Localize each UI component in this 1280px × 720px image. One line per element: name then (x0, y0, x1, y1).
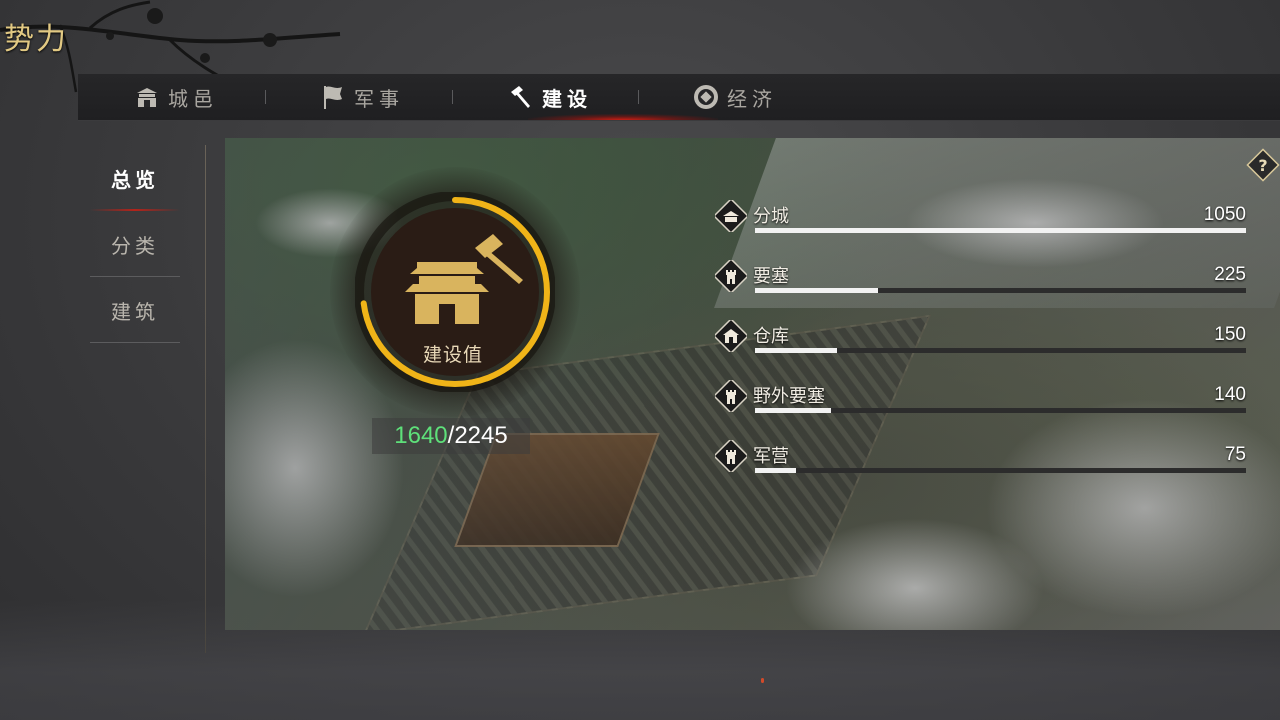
stat-field-fortress: 野外要塞 140 (715, 380, 1246, 420)
stat-bar (755, 468, 1246, 473)
stat-bar-fill (755, 468, 796, 473)
stat-bar (755, 228, 1246, 233)
tab-label: 城邑 (168, 86, 218, 111)
construction-separator: / (447, 422, 455, 449)
tab-separator (265, 90, 266, 104)
stat-bar-fill (755, 288, 878, 293)
stat-value: 150 (1214, 324, 1246, 345)
tab-separator (452, 90, 453, 104)
coin-icon (693, 84, 719, 110)
side-nav: 总览 分类 建筑 (90, 145, 180, 343)
stat-name: 要塞 (753, 266, 789, 287)
side-item-label: 分类 (111, 233, 159, 258)
hammer-icon (508, 84, 534, 110)
stat-value: 1050 (1203, 204, 1246, 225)
construction-max: 2245 (454, 422, 508, 449)
tab-military[interactable]: 军事 (320, 74, 404, 120)
stat-name: 仓库 (753, 326, 789, 347)
sub-city-icon (715, 200, 747, 232)
side-item-category[interactable]: 分类 (90, 211, 180, 277)
tower-icon (715, 260, 747, 292)
stat-value: 75 (1224, 444, 1246, 465)
side-item-label: 建筑 (111, 299, 159, 324)
stat-bar (755, 408, 1246, 413)
stat-warehouse: 仓库 150 (715, 320, 1246, 360)
top-tab-bar: 城邑 军事 建设 经济 (78, 74, 1280, 121)
side-item-underline (90, 342, 180, 343)
stat-bar (755, 348, 1246, 353)
stat-bar (755, 288, 1246, 293)
flag-icon (320, 84, 346, 110)
construction-value: 1640/2245 (372, 418, 530, 454)
active-tab-glow (528, 114, 718, 120)
question-icon: ? (1258, 156, 1267, 175)
construction-current: 1640 (394, 422, 448, 449)
stat-bar-fill (755, 408, 832, 413)
warehouse-icon (715, 320, 747, 352)
stat-name: 野外要塞 (753, 386, 825, 407)
stat-sub-city: 分城 1050 (715, 200, 1246, 240)
help-button[interactable]: ? (1246, 148, 1280, 182)
ember-particle (761, 678, 764, 683)
tab-city[interactable]: 城邑 (134, 74, 218, 120)
tower-icon (715, 440, 747, 472)
tab-label: 经济 (727, 86, 777, 111)
stat-fortress: 要塞 225 (715, 260, 1246, 300)
tower-icon (715, 380, 747, 412)
tab-label: 军事 (354, 86, 404, 111)
side-item-label: 总览 (111, 167, 159, 192)
tab-label: 建设 (542, 86, 592, 111)
side-item-overview[interactable]: 总览 (90, 145, 180, 211)
tab-separator (638, 90, 639, 104)
stat-value: 225 (1214, 264, 1246, 285)
stat-name: 分城 (753, 206, 789, 227)
city-gate-icon (134, 84, 160, 110)
stat-bar-fill (755, 348, 837, 353)
page-title: 势力 (4, 22, 68, 57)
stat-bar-fill (755, 228, 1246, 233)
badge-label: 建设值 (422, 344, 483, 366)
side-item-buildings[interactable]: 建筑 (90, 277, 180, 343)
side-divider (205, 145, 206, 653)
stat-value: 140 (1214, 384, 1246, 405)
stat-barracks: 军营 75 (715, 440, 1246, 480)
stat-name: 军营 (753, 446, 789, 467)
